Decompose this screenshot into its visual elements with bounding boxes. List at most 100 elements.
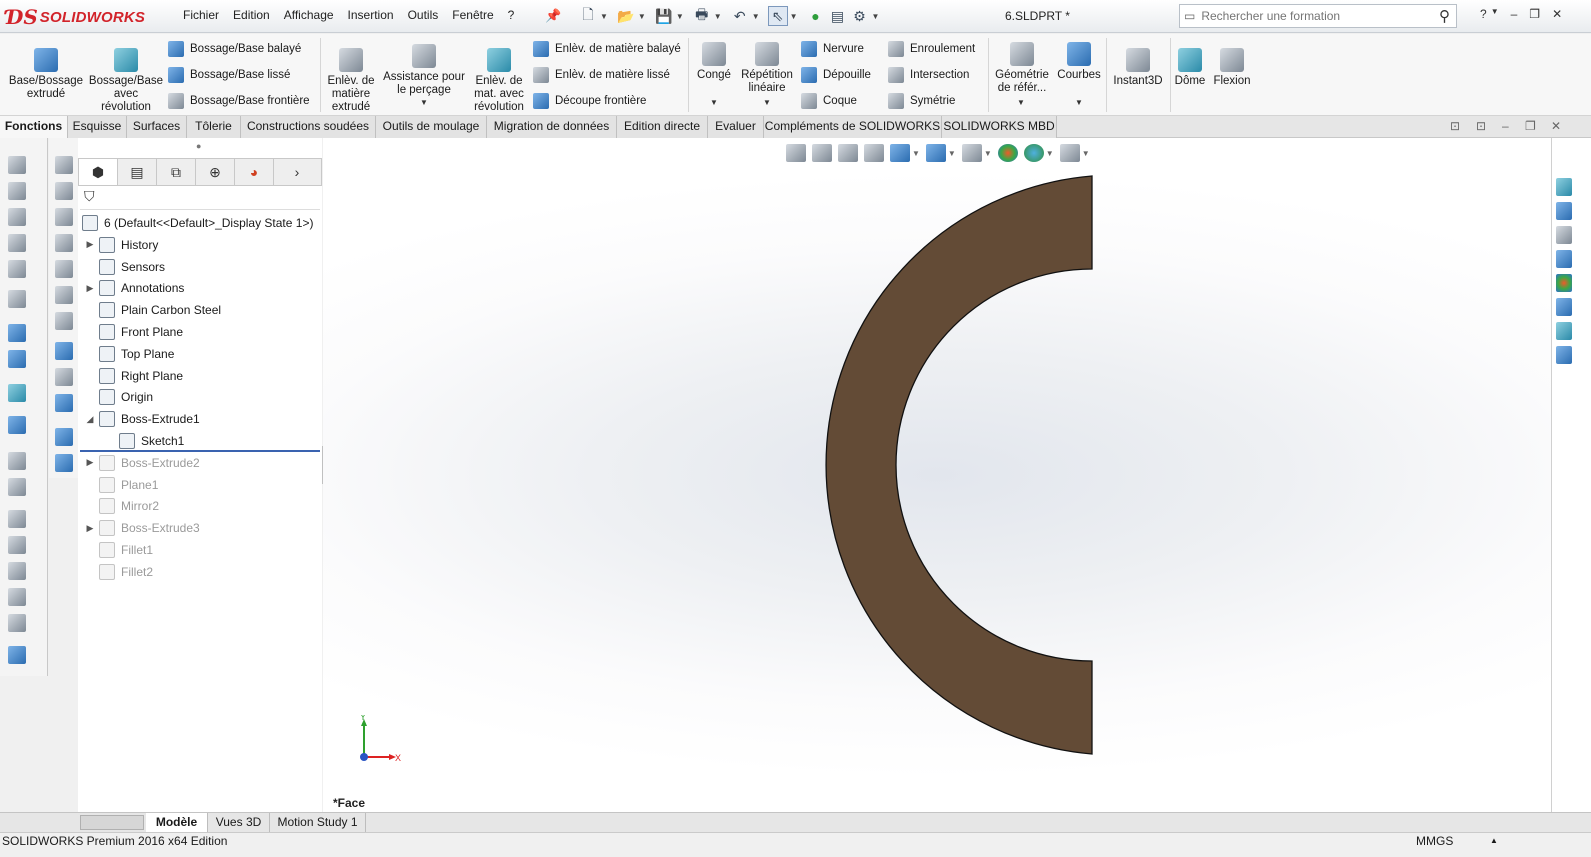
resources-tab-icon[interactable]	[1556, 202, 1572, 220]
conge-button[interactable]: Congé	[692, 42, 736, 82]
enroulement-button[interactable]: Enroulement	[888, 39, 975, 59]
property-manager-tab-icon[interactable]: ▤	[118, 159, 157, 185]
pin-menu-icon[interactable]: 📌	[545, 8, 561, 24]
viewport-minimize-icon[interactable]: –	[1502, 119, 1509, 133]
tree-item[interactable]: ▶ History	[84, 235, 158, 255]
file-properties-icon[interactable]: ▤	[828, 6, 848, 26]
bossage-balaye-button[interactable]: Bossage/Base balayé	[168, 39, 301, 59]
fillet-dropdown-icon[interactable]: ▼	[710, 98, 718, 107]
panel-grip-icon[interactable]: ●	[196, 141, 201, 151]
curves-dropdown-icon[interactable]: ▼	[1075, 98, 1083, 107]
pattern-dropdown-icon[interactable]: ▼	[763, 98, 771, 107]
hole-wizard-dropdown-icon[interactable]: ▼	[420, 98, 428, 107]
view-tool-icon[interactable]	[55, 156, 73, 174]
configuration-manager-tab-icon[interactable]: ⧉	[157, 159, 196, 185]
flexion-button[interactable]: Flexion	[1210, 48, 1254, 88]
tree-item[interactable]: Sketch1	[104, 431, 184, 451]
c-shaped-extrusion-face[interactable]	[825, 175, 1093, 755]
print-dropdown-icon[interactable]: ▼	[714, 12, 722, 21]
appearances-tab-icon[interactable]	[1556, 274, 1572, 292]
tree-root[interactable]: 6 (Default<<Default>_Display State 1>)	[82, 213, 313, 233]
open-folder-icon[interactable]: 📂	[616, 6, 636, 26]
tab-scroll-arrows-icon[interactable]	[80, 815, 144, 830]
sketch-tool-icon[interactable]	[8, 290, 26, 308]
restore-button[interactable]: ❐	[1529, 7, 1540, 21]
solidworks-logo[interactable]: ƊS SOLIDWORKS	[6, 3, 154, 31]
nervure-button[interactable]: Nervure	[801, 39, 864, 59]
tree-item[interactable]: Right Plane	[84, 366, 183, 386]
sketch-tool-icon[interactable]	[8, 234, 26, 252]
tab-surfaces[interactable]: Surfaces	[127, 116, 187, 138]
view-tool-icon[interactable]	[55, 260, 73, 278]
sketch-tool-icon[interactable]	[8, 208, 26, 226]
tab-edition-directe[interactable]: Edition directe	[617, 116, 708, 138]
view-palette-tab-icon[interactable]	[1556, 298, 1572, 316]
tree-item[interactable]: Origin	[84, 387, 153, 407]
help-dropdown-icon[interactable]: ▼	[1491, 7, 1499, 21]
tab-evaluer[interactable]: Evaluer	[708, 116, 764, 138]
tree-item[interactable]: Plain Carbon Steel	[84, 300, 221, 320]
undo-dropdown-icon[interactable]: ▼	[752, 12, 760, 21]
sketch-tool-icon[interactable]	[8, 510, 26, 528]
expand-arrow-icon[interactable]: ▶	[84, 523, 96, 534]
menu-edition[interactable]: Edition	[226, 8, 277, 22]
menu-insertion[interactable]: Insertion	[341, 8, 401, 22]
tree-item[interactable]: Fillet2	[84, 562, 153, 582]
view-tool-icon[interactable]	[55, 208, 73, 226]
sketch-tool-icon[interactable]	[8, 182, 26, 200]
tree-item[interactable]: Top Plane	[84, 344, 174, 364]
tabs-scroll-right-icon[interactable]: ›	[274, 159, 320, 185]
display-tool-icon[interactable]	[55, 428, 73, 446]
tab-modele[interactable]: Modèle	[146, 813, 208, 832]
menu-fenetre[interactable]: Fenêtre	[445, 8, 500, 22]
view-tool-icon[interactable]	[55, 312, 73, 330]
tree-item[interactable]: ▶ Boss-Extrude3	[84, 518, 200, 538]
units-selector[interactable]: MMGS	[1416, 834, 1453, 848]
sketch-tool-icon[interactable]	[8, 260, 26, 278]
tree-item[interactable]: Mirror2	[84, 496, 159, 516]
save-icon[interactable]: 💾	[654, 6, 674, 26]
tree-item[interactable]: ▶ Boss-Extrude2	[84, 453, 200, 473]
rollback-bar[interactable]	[80, 450, 320, 452]
reference-geometry-dropdown-icon[interactable]: ▼	[1017, 98, 1025, 107]
new-dropdown-icon[interactable]: ▼	[600, 12, 608, 21]
tree-item[interactable]: ◢ Boss-Extrude1	[84, 409, 200, 429]
enlev-balaye-button[interactable]: Enlèv. de matière balayé	[533, 39, 681, 59]
options-gear-icon[interactable]: ⚙	[850, 6, 870, 26]
intersection-button[interactable]: Intersection	[888, 65, 969, 85]
repetition-lineaire-button[interactable]: Répétition linéaire	[738, 42, 796, 95]
options-dropdown-icon[interactable]: ▼	[872, 12, 880, 21]
sketch-tool-icon[interactable]	[8, 156, 26, 174]
decoupe-frontiere-button[interactable]: Découpe frontière	[533, 91, 646, 111]
symetrie-button[interactable]: Symétrie	[888, 91, 955, 111]
tab-complements[interactable]: Compléments de SOLIDWORKS	[764, 116, 942, 138]
expand-arrow-icon[interactable]: ▶	[84, 239, 96, 250]
bossage-frontiere-button[interactable]: Bossage/Base frontière	[168, 91, 310, 111]
courbes-button[interactable]: Courbes	[1054, 42, 1104, 82]
open-dropdown-icon[interactable]: ▼	[638, 12, 646, 21]
tab-solidworks-mbd[interactable]: SOLIDWORKS MBD	[942, 116, 1057, 138]
enlev-extrude-button[interactable]: Enlèv. de matière extrudé	[324, 48, 378, 114]
sketch-tool-icon[interactable]	[8, 478, 26, 496]
forum-tab-icon[interactable]	[1556, 346, 1572, 364]
sketch-tool-icon[interactable]	[8, 562, 26, 580]
undo-icon[interactable]: ↶	[730, 6, 750, 26]
save-dropdown-icon[interactable]: ▼	[676, 12, 684, 21]
units-dropdown-icon[interactable]: ▲	[1490, 836, 1498, 845]
sketch-tool-icon[interactable]	[8, 588, 26, 606]
close-button[interactable]: ✕	[1552, 7, 1562, 21]
display-tool-icon[interactable]	[55, 394, 73, 412]
filter-icon[interactable]: ⛉	[84, 188, 95, 204]
custom-properties-tab-icon[interactable]	[1556, 322, 1572, 340]
home-tab-icon[interactable]	[1556, 178, 1572, 196]
view-tool-icon[interactable]	[55, 182, 73, 200]
tab-motion-study[interactable]: Motion Study 1	[270, 813, 366, 832]
rebuild-traffic-light-icon[interactable]: ●	[806, 6, 826, 26]
display-manager-tab-icon[interactable]: ◕	[235, 159, 274, 185]
base-bossage-extrude-button[interactable]: Base/Bossage extrudé	[6, 48, 86, 101]
bossage-lisse-button[interactable]: Bossage/Base lissé	[168, 65, 290, 85]
tab-fonctions[interactable]: Fonctions	[0, 116, 68, 138]
tree-filter[interactable]: ⛉	[80, 188, 320, 210]
prev-document-icon[interactable]: ⊡	[1450, 119, 1460, 133]
flex-tool-icon[interactable]	[8, 646, 26, 664]
